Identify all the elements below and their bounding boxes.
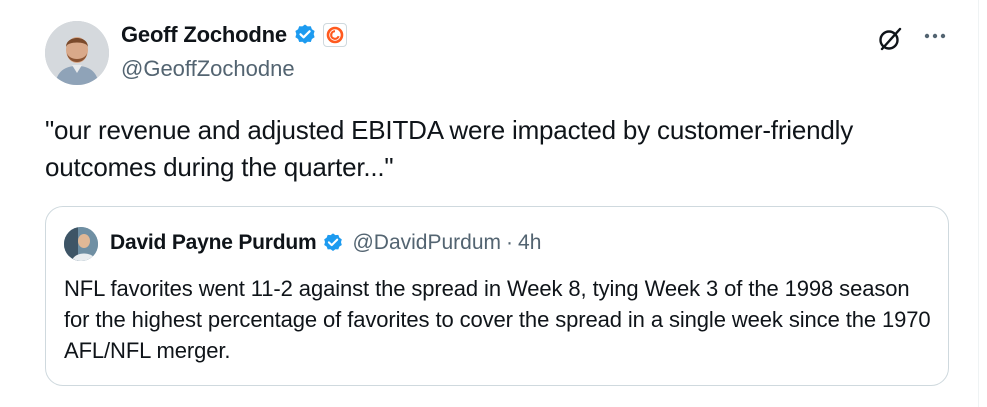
- affiliate-logo-icon[interactable]: [322, 23, 347, 47]
- author-handle[interactable]: @GeoffZochodne: [121, 56, 295, 82]
- grok-icon[interactable]: [873, 22, 907, 56]
- divider: [978, 0, 979, 407]
- quoted-tweet-text: NFL favorites went 11-2 against the spre…: [64, 276, 931, 363]
- quoted-tweet[interactable]: David Payne Purdum @DavidPurdum · 4h NFL…: [45, 206, 949, 386]
- verified-badge-icon: [293, 23, 317, 47]
- quoted-author-row: David Payne Purdum @DavidPurdum · 4h: [110, 231, 541, 255]
- quoted-timestamp[interactable]: 4h: [518, 231, 541, 255]
- quoted-author-name[interactable]: David Payne Purdum: [110, 231, 317, 255]
- tweet-card: Geoff Zochodne @GeoffZochodne "our reven: [0, 0, 987, 407]
- author-row: Geoff Zochodne: [121, 22, 347, 48]
- verified-badge-icon: [322, 232, 344, 254]
- author-name[interactable]: Geoff Zochodne: [121, 22, 287, 48]
- quoted-avatar[interactable]: [64, 227, 98, 261]
- more-dots-icon[interactable]: [920, 24, 950, 48]
- quoted-author-handle[interactable]: @DavidPurdum: [352, 231, 501, 255]
- tweet-text: "our revenue and adjusted EBITDA were im…: [45, 115, 854, 182]
- avatar[interactable]: [45, 21, 109, 85]
- separator-dot: ·: [506, 231, 514, 254]
